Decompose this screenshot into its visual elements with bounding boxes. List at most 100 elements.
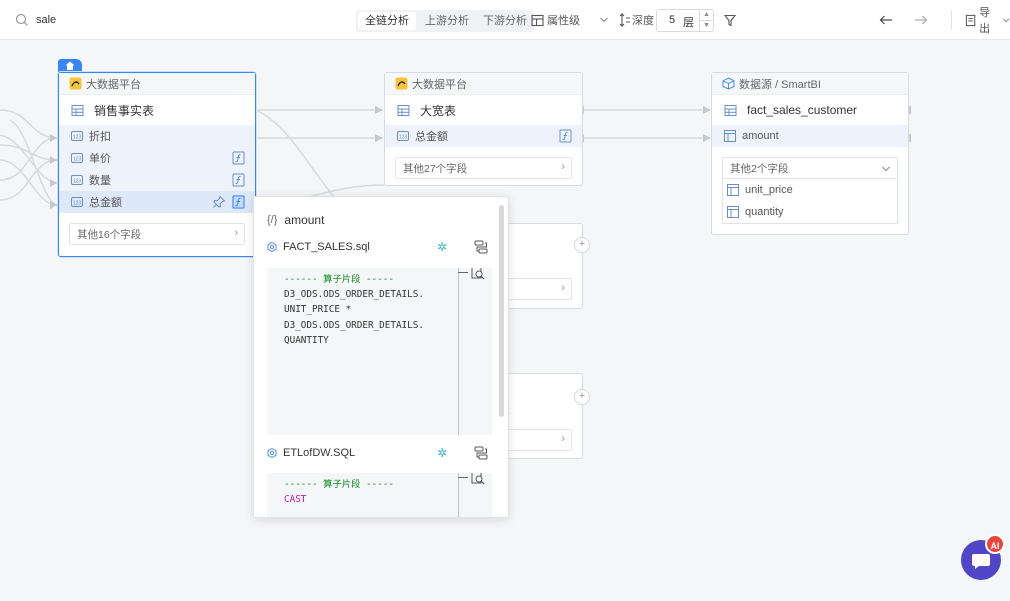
code-line: ------ 算子片段 ----- — [284, 274, 394, 285]
field-row[interactable]: unit_price — [723, 179, 897, 201]
more-fields-dropdown[interactable]: 其他2个字段 — [722, 157, 898, 179]
arrow-right-icon — [915, 15, 928, 25]
attribute-level-select[interactable]: 属性级 — [531, 0, 609, 40]
filter-button[interactable] — [724, 0, 736, 40]
bigdata-platform-icon — [69, 77, 82, 90]
depth-stepper-arrows[interactable]: ▲ ▼ — [699, 10, 713, 31]
lineage-flow-icon[interactable] — [474, 446, 488, 460]
more-fields-label: 其他2个字段 — [730, 162, 789, 175]
search-input[interactable] — [36, 14, 156, 26]
back-button[interactable] — [879, 0, 893, 40]
number-field-icon: 123 — [71, 153, 83, 163]
field-name: 总金额 — [89, 197, 122, 209]
code-divider — [458, 268, 459, 435]
chevron-down-icon — [600, 17, 608, 23]
snowflake-icon[interactable]: ✲ — [437, 446, 447, 460]
field-row-selected[interactable]: 123 总金额 — [59, 191, 255, 213]
node-sales-fact[interactable]: 大数据平台 销售事实表 123 折扣 123 单价 123 数量 123 总金额… — [58, 72, 256, 257]
expand-node-button[interactable]: + — [574, 389, 590, 405]
pin-icon[interactable] — [212, 195, 226, 209]
node-fact-sales-customer[interactable]: 数据源 / SmartBI fact_sales_customer amount… — [711, 72, 909, 235]
code-line: CAST — [284, 494, 307, 506]
popup-field-name: amount — [284, 213, 325, 227]
depth-value[interactable]: 5 — [669, 14, 675, 26]
snowflake-icon[interactable]: ✲ — [437, 240, 447, 254]
forward-button[interactable] — [914, 0, 928, 40]
code-snippet[interactable]: ------ 算子片段 ----- D3_ODS.ODS_ORDER_DETAI… — [267, 268, 492, 435]
number-field-icon: 123 — [397, 131, 409, 141]
collapse-icon[interactable] — [458, 272, 468, 273]
field-name: 数量 — [89, 175, 111, 187]
ai-badge: AI — [985, 534, 1005, 554]
formula-icon[interactable] — [559, 129, 572, 143]
chevron-right-icon: › — [234, 227, 238, 239]
formula-field-icon: {/} — [267, 214, 278, 226]
tab-upstream[interactable]: 上游分析 — [418, 10, 476, 32]
code-divider — [458, 473, 459, 517]
chevron-right-icon: › — [561, 433, 565, 445]
field-name: amount — [742, 130, 779, 142]
code-line: D3_ODS.ODS_ORDER_DETAILS. — [284, 319, 424, 331]
sql-source-icon — [267, 448, 277, 458]
toolbar: 全链分析 上游分析 下游分析 属性级 深度 5 层 ▲ ▼ — [0, 0, 1010, 40]
field-row[interactable]: 123 单价 — [59, 147, 255, 169]
code-snippet[interactable]: ------ 算子片段 ----- CAST — [267, 473, 492, 517]
depth-stepper[interactable]: 5 层 ▲ ▼ — [656, 9, 714, 32]
more-fields-button[interactable]: 其他16个字段 › — [69, 223, 245, 245]
attribute-level-label: 属性级 — [547, 15, 580, 27]
formula-icon[interactable] — [232, 195, 245, 209]
node-title: 销售事实表 — [59, 95, 255, 125]
lineage-flow-icon[interactable] — [474, 240, 488, 254]
source-name: ETLofDW.SQL — [283, 447, 356, 459]
table-name: fact_sales_customer — [747, 103, 858, 117]
table-name: 大宽表 — [420, 103, 457, 118]
stepper-up-icon[interactable]: ▲ — [700, 10, 713, 21]
depth-icon — [619, 13, 630, 27]
field-name: 单价 — [89, 153, 111, 165]
formula-icon[interactable] — [232, 151, 245, 165]
field-name: quantity — [745, 206, 784, 218]
export-button[interactable]: 导出 — [965, 0, 1010, 40]
bigdata-platform-icon — [395, 77, 408, 90]
svg-text:123: 123 — [73, 178, 82, 184]
svg-text:123: 123 — [73, 134, 82, 140]
platform-label: 大数据平台 — [86, 78, 141, 91]
zoom-code-icon[interactable] — [471, 473, 485, 485]
chevron-down-icon — [1002, 17, 1010, 22]
zoom-code-icon[interactable] — [471, 268, 485, 280]
formula-icon[interactable] — [232, 173, 245, 187]
tab-downstream[interactable]: 下游分析 — [476, 10, 534, 32]
field-row[interactable]: 123 折扣 — [59, 125, 255, 147]
expand-node-button[interactable]: + — [574, 237, 590, 253]
svg-text:123: 123 — [73, 156, 82, 162]
chevron-right-icon: › — [561, 161, 565, 173]
platform-label: 数据源 / SmartBI — [739, 78, 821, 91]
column-field-icon — [724, 130, 736, 142]
number-field-icon: 123 — [71, 131, 83, 141]
field-row[interactable]: quantity — [723, 201, 897, 223]
code-line: QUANTITY — [284, 334, 329, 346]
more-fields-label: 其他16个字段 — [77, 228, 142, 241]
analysis-tabs: 全链分析 上游分析 下游分析 — [356, 10, 534, 32]
export-label: 导出 — [979, 7, 991, 35]
field-row[interactable]: 123 数量 — [59, 169, 255, 191]
arrow-left-icon — [879, 15, 892, 25]
field-row[interactable]: 123 总金额 — [385, 125, 582, 147]
node-header: 大数据平台 — [59, 73, 255, 95]
field-name: 总金额 — [415, 131, 448, 143]
more-fields-button[interactable]: 其他27个字段 › — [395, 157, 572, 179]
search-box[interactable] — [15, 0, 156, 40]
popup-scrollbar[interactable] — [499, 205, 504, 417]
tab-full-chain[interactable]: 全链分析 — [358, 12, 416, 30]
field-list: 123 折扣 123 单价 123 数量 123 总金额 — [59, 125, 255, 213]
stepper-down-icon[interactable]: ▼ — [700, 21, 713, 31]
number-field-icon: 123 — [71, 175, 83, 185]
filter-icon — [724, 14, 736, 26]
column-field-icon — [727, 206, 739, 218]
field-row[interactable]: amount — [712, 125, 908, 147]
node-wide-table[interactable]: 大数据平台 大宽表 123 总金额 其他27个字段 › — [384, 72, 583, 186]
node-header: 数据源 / SmartBI — [712, 73, 908, 95]
collapse-icon[interactable] — [458, 477, 468, 478]
